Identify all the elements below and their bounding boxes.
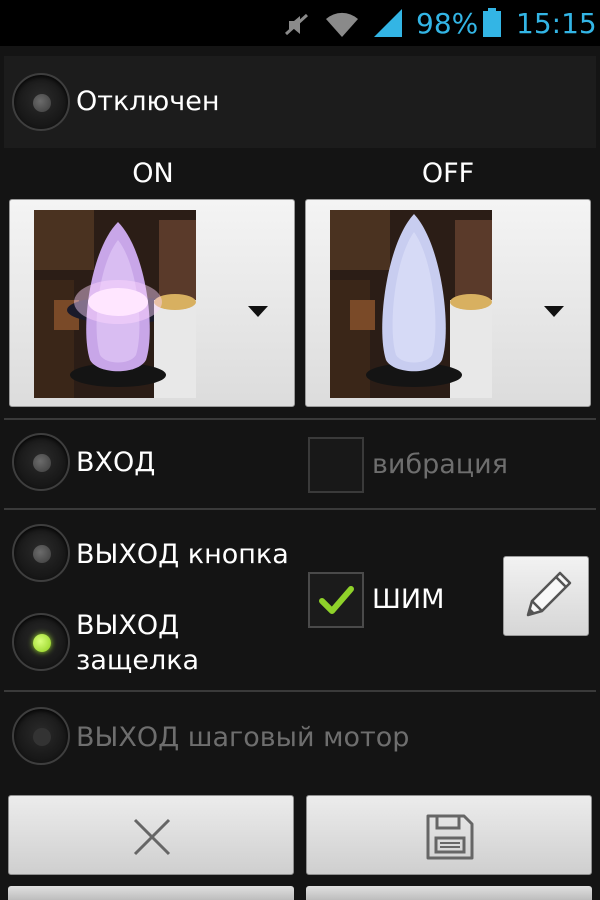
- battery-icon: [482, 8, 502, 42]
- output-latch-label-line2: защелка: [76, 645, 200, 676]
- mode-off-radio[interactable]: [12, 73, 70, 131]
- off-image-spinner[interactable]: [305, 199, 591, 407]
- radio-dot: [33, 94, 51, 112]
- on-image-spinner[interactable]: [9, 199, 295, 407]
- divider: [4, 508, 596, 510]
- mute-icon: [283, 12, 311, 42]
- pwm-label: ШИМ: [372, 584, 445, 615]
- pwm-checkbox[interactable]: [308, 572, 364, 628]
- save-icon: [426, 814, 474, 860]
- chevron-down-icon: [544, 306, 564, 317]
- radio-dot: [33, 545, 51, 563]
- bottom-strip: [8, 886, 294, 900]
- signal-icon: [372, 8, 404, 42]
- vibration-label: вибрация: [372, 449, 508, 480]
- mode-off-label: Отключен: [76, 86, 220, 117]
- mode-off-row[interactable]: Отключен: [4, 56, 596, 148]
- wifi-icon: [324, 10, 360, 42]
- output-latch-radio[interactable]: [12, 613, 70, 671]
- stepper-label: ВЫХОД шаговый мотор: [76, 722, 410, 753]
- off-lamp-image: [330, 210, 492, 398]
- check-icon: [319, 586, 354, 614]
- cancel-button[interactable]: [8, 795, 294, 875]
- status-bar: 98% 15:15: [0, 0, 600, 46]
- bottom-strip: [306, 886, 592, 900]
- vibration-checkbox[interactable]: [308, 437, 364, 493]
- radio-dot: [33, 728, 51, 746]
- input-radio[interactable]: [12, 433, 70, 491]
- output-button-radio[interactable]: [12, 524, 70, 582]
- battery-percent: 98%: [416, 7, 479, 40]
- divider: [4, 418, 596, 420]
- stepper-radio[interactable]: [12, 707, 70, 765]
- output-button-label: ВЫХОД кнопка: [76, 539, 289, 570]
- save-button[interactable]: [306, 795, 592, 875]
- radio-dot: [33, 634, 51, 652]
- on-header: ON: [132, 158, 174, 189]
- divider: [4, 690, 596, 692]
- radio-dot: [33, 454, 51, 472]
- output-latch-label-line1: ВЫХОД: [76, 610, 180, 641]
- chevron-down-icon: [248, 306, 268, 317]
- close-icon: [133, 818, 171, 856]
- clock: 15:15: [516, 7, 597, 40]
- off-header: OFF: [421, 158, 475, 189]
- input-label: ВХОД: [76, 447, 156, 478]
- on-lamp-image: [34, 210, 196, 398]
- edit-pwm-button[interactable]: [503, 556, 589, 636]
- pencil-icon: [526, 571, 572, 617]
